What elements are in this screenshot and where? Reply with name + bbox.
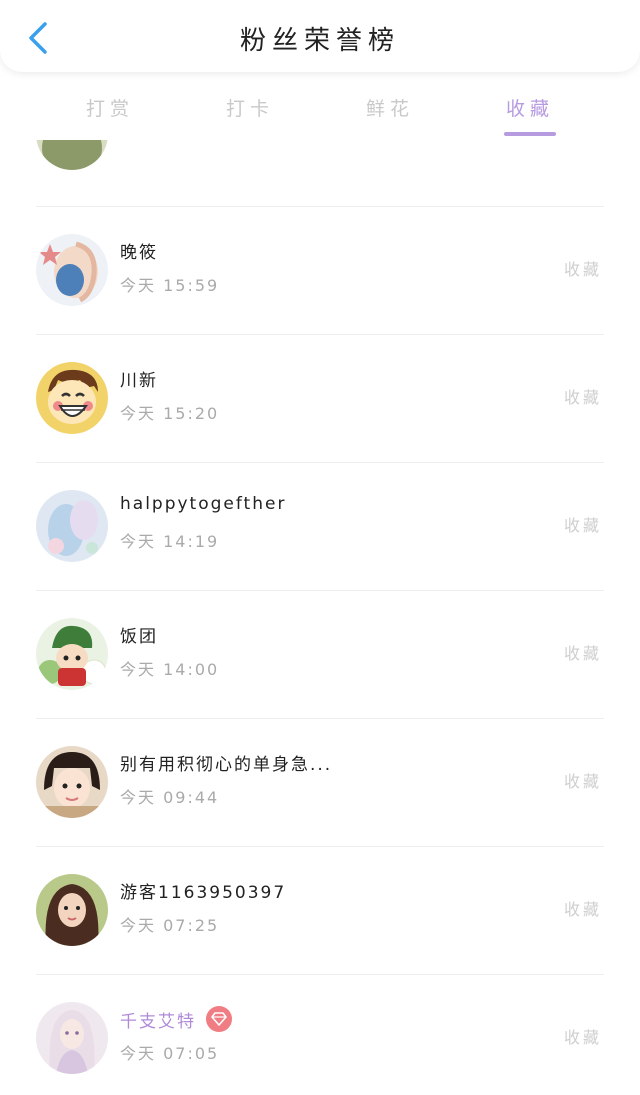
fan-name[interactable]: 饭团 <box>120 622 158 647</box>
avatar <box>36 1002 108 1074</box>
timestamp: 今天 09:44 <box>120 788 220 807</box>
list-item[interactable]: 饭团 今天 14:00 收藏 <box>0 590 640 718</box>
action-label: 收藏 <box>563 644 602 663</box>
list-item[interactable]: 别有用积彻心的单身急... 今天 09:44 收藏 <box>0 718 640 846</box>
timestamp: 今天 15:59 <box>120 276 220 295</box>
tab-flowers[interactable]: 鲜花 <box>340 80 440 140</box>
avatar <box>36 746 108 818</box>
fan-name[interactable]: 别有用积彻心的单身急... <box>120 750 332 775</box>
list-item[interactable]: 千支艾特 今天 07:05 收藏 <box>0 974 640 1095</box>
timestamp: 今天 14:00 <box>120 660 220 679</box>
fan-name[interactable]: 游客1163950397 <box>120 878 286 903</box>
action-label: 收藏 <box>563 772 602 791</box>
timestamp: 今天 07:25 <box>120 916 220 935</box>
tab-favorites[interactable]: 收藏 <box>480 80 580 140</box>
fan-name[interactable]: 川新 <box>120 366 158 391</box>
tab-tip[interactable]: 打赏 <box>60 80 160 140</box>
action-label: 收藏 <box>563 1028 602 1047</box>
timestamp: 今天 14:19 <box>120 532 220 551</box>
avatar <box>36 140 108 170</box>
tab-checkin[interactable]: 打卡 <box>200 80 300 140</box>
avatar <box>36 874 108 946</box>
avatar <box>36 362 108 434</box>
timestamp: 今天 15:20 <box>120 404 220 423</box>
action-label: 收藏 <box>563 388 602 407</box>
avatar <box>36 490 108 562</box>
top-bar: 粉丝荣誉榜 <box>0 0 640 72</box>
list-item[interactable]: 川新 今天 15:20 收藏 <box>0 334 640 462</box>
fan-name[interactable]: 晚筱 <box>120 238 158 263</box>
fan-name-text: 千支艾特 <box>120 1011 196 1032</box>
action-label: 收藏 <box>563 516 602 535</box>
fan-name[interactable]: 千支艾特 <box>120 1006 232 1032</box>
timestamp: 今天 07:05 <box>120 1044 220 1063</box>
tab-bar: 打赏 打卡 鲜花 收藏 <box>0 80 640 140</box>
avatar <box>36 618 108 690</box>
list-item-partial[interactable] <box>0 140 640 206</box>
list-item[interactable]: 晚筱 今天 15:59 收藏 <box>0 206 640 334</box>
action-label: 收藏 <box>563 260 602 279</box>
avatar <box>36 234 108 306</box>
list-item[interactable]: halppytogefther 今天 14:19 收藏 <box>0 462 640 590</box>
action-label: 收藏 <box>563 900 602 919</box>
diamond-icon <box>206 1006 232 1032</box>
fan-name[interactable]: halppytogefther <box>120 494 286 514</box>
list-item[interactable]: 游客1163950397 今天 07:25 收藏 <box>0 846 640 974</box>
fan-list: 晚筱 今天 15:59 收藏 川新 今天 15:20 收藏 halppytoge… <box>0 140 640 1095</box>
page-title: 粉丝荣誉榜 <box>239 26 400 56</box>
